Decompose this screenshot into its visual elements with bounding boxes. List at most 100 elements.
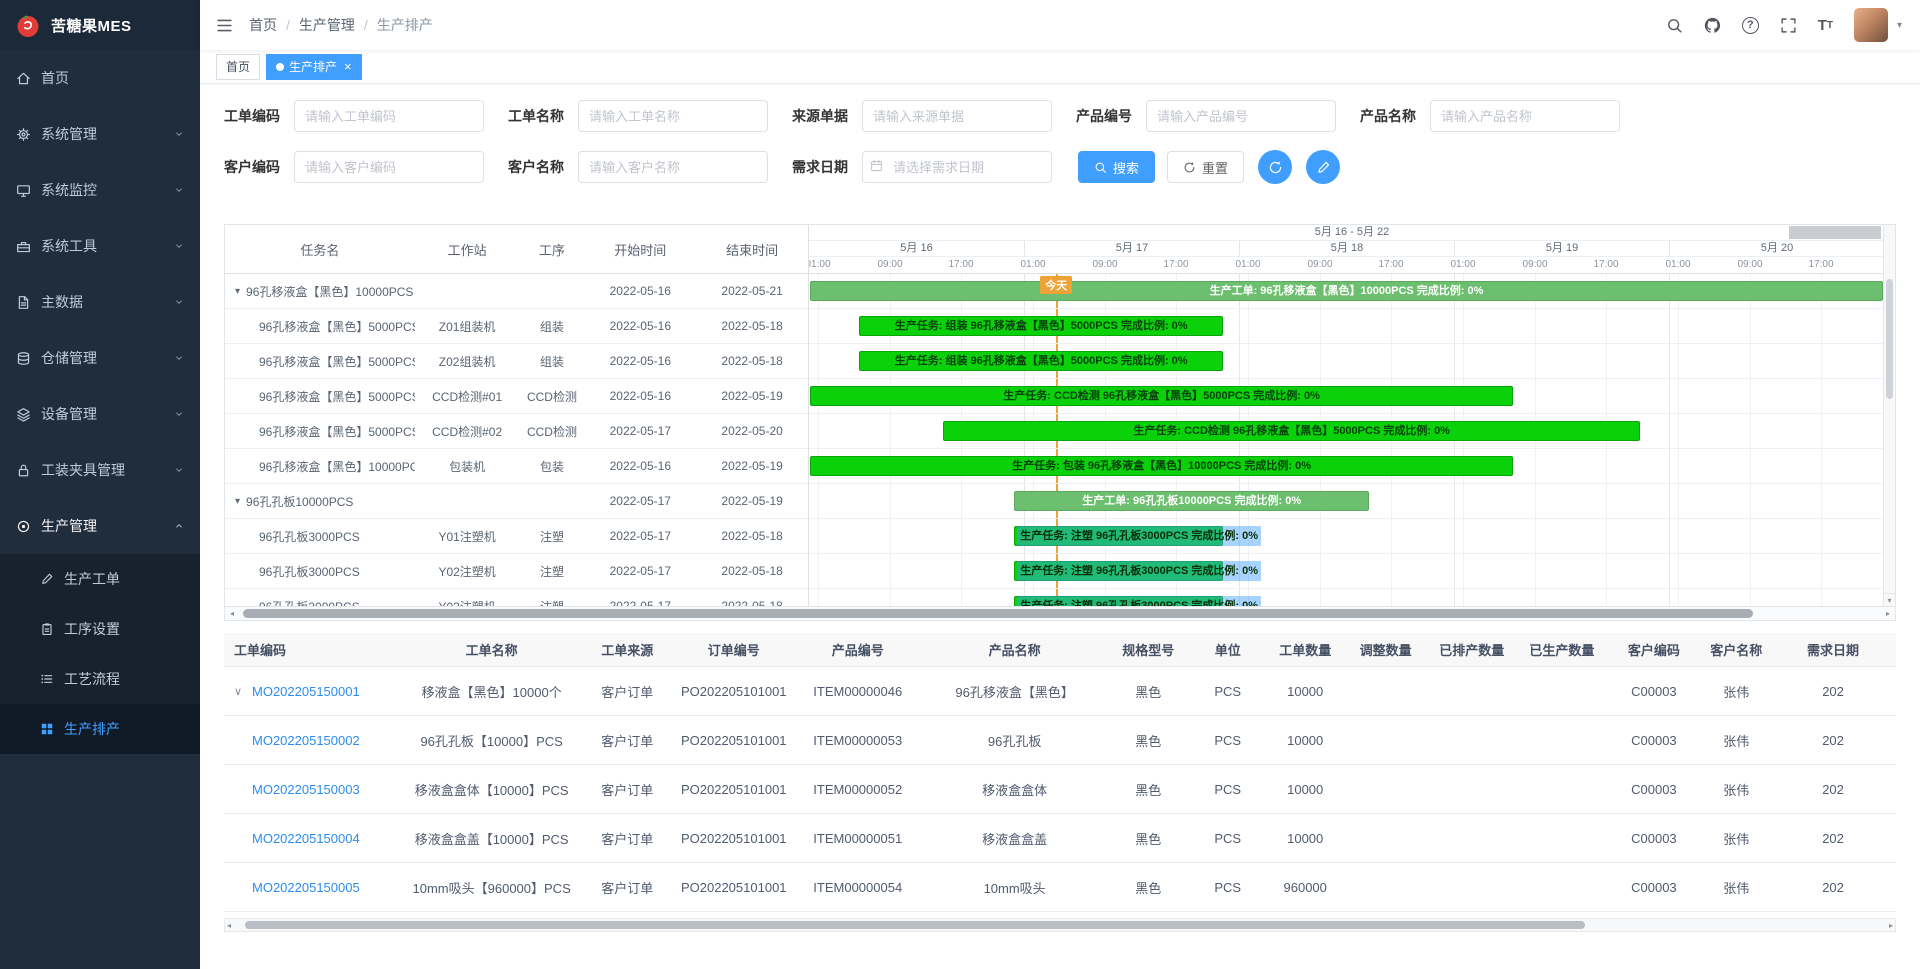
order-cell: ITEM00000053	[792, 733, 924, 748]
order-row[interactable]: MO20220515000510mm吸头【960000】PCS客户订单PO202…	[224, 863, 1896, 912]
breadcrumb-home[interactable]: 首页	[249, 15, 277, 35]
v-scrollbar-thumb[interactable]	[1886, 279, 1893, 399]
gantt-bar-task[interactable]: 生产任务: 组装 96孔移液盒【黑色】5000PCS 完成比例: 0%	[859, 316, 1223, 336]
customer-code-input[interactable]	[294, 151, 484, 183]
gantt-bar-task[interactable]: 生产任务: CCD检测 96孔移液盒【黑色】5000PCS 完成比例: 0%	[943, 421, 1640, 441]
schedule-icon	[40, 722, 54, 736]
sidebar-item-0[interactable]: 首页	[0, 50, 200, 106]
refresh-gantt-button[interactable]	[1258, 150, 1292, 184]
gantt-hour-label: 09:00	[1303, 259, 1337, 270]
order-cell: 黑色	[1106, 731, 1191, 750]
sidebar-item-8[interactable]: 生产管理	[0, 498, 200, 554]
sidebar-item-5[interactable]: 仓储管理	[0, 330, 200, 386]
order-cell: PO202205101001	[676, 782, 792, 797]
tab-home[interactable]: 首页	[216, 54, 260, 80]
expand-arrow-icon[interactable]: ∨	[234, 685, 252, 698]
scroll-left-arrow[interactable]: ◂	[225, 607, 239, 620]
gantt-task-row[interactable]: ▾96孔移液盒【黑色】10000PCS2022-05-162022-05-21	[225, 274, 808, 309]
sidebar-item-6[interactable]: 设备管理	[0, 386, 200, 442]
order-cell: C00003	[1605, 733, 1702, 748]
sidebar-subitem-production-schedule[interactable]: 生产排产	[0, 704, 200, 754]
order-row[interactable]: MO20220515000296孔孔板【10000】PCS客户订单PO20220…	[224, 716, 1896, 765]
order-code-link[interactable]: MO202205150001	[252, 684, 360, 699]
demand-date-input[interactable]	[862, 151, 1052, 183]
github-icon[interactable]	[1704, 17, 1721, 34]
sidebar-item-2[interactable]: 系统监控	[0, 162, 200, 218]
work-order-code-input[interactable]	[294, 100, 484, 132]
gantt-day-label: 5月 18	[1239, 241, 1454, 257]
search-icon[interactable]	[1666, 17, 1683, 34]
order-row[interactable]: MO202205150003移液盒盒体【10000】PCS客户订单PO20220…	[224, 765, 1896, 814]
gantt-bar-task[interactable]: 生产任务: 注塑 96孔孔板3000PCS 完成比例: 0%	[1014, 561, 1223, 581]
order-code-link[interactable]: MO202205150003	[252, 782, 360, 797]
collapse-arrow-icon[interactable]: ▾	[235, 286, 240, 297]
order-cell: 客户订单	[579, 731, 676, 750]
font-size-icon[interactable]: TT	[1818, 17, 1833, 34]
edit-button[interactable]	[1306, 150, 1340, 184]
order-row[interactable]: MO202205150004移液盒盒盖【10000】PCS客户订单PO20220…	[224, 814, 1896, 863]
gantt-task-row[interactable]: 96孔孔板3000PCSY03注塑机注塑2022-05-172022-05-18	[225, 589, 808, 606]
sidebar-subitem-craft-flow[interactable]: 工艺流程	[0, 654, 200, 704]
order-cell: 10mm吸头【960000】PCS	[404, 878, 578, 897]
gantt-bar-task[interactable]: 生产任务: 包装 96孔移液盒【黑色】10000PCS 完成比例: 0%	[810, 456, 1513, 476]
h-scrollbar-thumb[interactable]	[245, 921, 1585, 929]
orders-horizontal-scrollbar[interactable]: ◂ ▸	[224, 918, 1896, 932]
filter-label: 产品编号	[1076, 106, 1136, 126]
order-cell: 客户订单	[579, 829, 676, 848]
sidebar-item-4[interactable]: 主数据	[0, 274, 200, 330]
sidebar-subitem-work-order[interactable]: 生产工单	[0, 554, 200, 604]
gantt-bar-task[interactable]: 生产任务: CCD检测 96孔移液盒【黑色】5000PCS 完成比例: 0%	[810, 386, 1513, 406]
menu-fold-icon[interactable]	[216, 17, 233, 34]
gantt-task-row[interactable]: 96孔移液盒【黑色】10000PCS包装机包装2022-05-162022-05…	[225, 449, 808, 484]
scroll-left-arrow[interactable]: ◂	[227, 919, 231, 931]
gantt-bar-task[interactable]: 生产任务: 注塑 96孔孔板3000PCS 完成比例: 0%	[1014, 526, 1223, 546]
sidebar-item-7[interactable]: 工装夹具管理	[0, 442, 200, 498]
gantt-task-row[interactable]: 96孔孔板3000PCSY02注塑机注塑2022-05-172022-05-18	[225, 554, 808, 589]
avatar[interactable]	[1854, 8, 1888, 42]
sidebar-item-3[interactable]: 系统工具	[0, 218, 200, 274]
chevron-down-icon	[174, 297, 184, 307]
order-code-link[interactable]: MO202205150005	[252, 880, 360, 895]
product-code-input[interactable]	[1146, 100, 1336, 132]
order-row[interactable]: ∨MO202205150001移液盒【黑色】10000个客户订单PO202205…	[224, 667, 1896, 716]
gantt-task-cell: 2022-05-16	[584, 319, 696, 333]
gantt-horizontal-scrollbar[interactable]: ◂ ▸	[225, 606, 1895, 620]
gantt-task-row[interactable]: 96孔移液盒【黑色】5000PCSZ01组装机组装2022-05-162022-…	[225, 309, 808, 344]
gantt-bar-order[interactable]: 生产工单: 96孔移液盒【黑色】10000PCS 完成比例: 0%	[810, 281, 1883, 301]
active-tab-dot	[276, 63, 284, 71]
order-cell: PCS	[1191, 684, 1265, 699]
gantt-task-row[interactable]: 96孔移液盒【黑色】5000PCSZ02组装机组装2022-05-162022-…	[225, 344, 808, 379]
gantt-hour-label: 01:00	[1446, 259, 1480, 270]
tab-close-icon[interactable]: ×	[344, 60, 352, 73]
orders-column-header: 产品名称	[924, 640, 1106, 659]
collapse-arrow-icon[interactable]: ▾	[235, 496, 240, 507]
fullscreen-icon[interactable]	[1780, 17, 1797, 34]
avatar-dropdown-caret[interactable]: ▾	[1897, 20, 1902, 31]
gantt-task-row[interactable]: 96孔孔板3000PCSY01注塑机注塑2022-05-172022-05-18	[225, 519, 808, 554]
gantt-task-row[interactable]: 96孔移液盒【黑色】5000PCSCCD检测#01CCD检测2022-05-16…	[225, 379, 808, 414]
scroll-right-arrow[interactable]: ▸	[1881, 607, 1895, 620]
help-icon[interactable]: ?	[1742, 17, 1759, 34]
source-doc-input[interactable]	[862, 100, 1052, 132]
scroll-right-arrow[interactable]: ▸	[1889, 919, 1893, 931]
sidebar-item-1[interactable]: 系统管理	[0, 106, 200, 162]
product-name-input[interactable]	[1430, 100, 1620, 132]
order-code-link[interactable]: MO202205150002	[252, 733, 360, 748]
sidebar-subitem-process-settings[interactable]: 工序设置	[0, 604, 200, 654]
work-order-name-input[interactable]	[578, 100, 768, 132]
reset-button[interactable]: 重置	[1167, 151, 1244, 183]
h-scrollbar-thumb[interactable]	[243, 609, 1753, 618]
customer-name-input[interactable]	[578, 151, 768, 183]
gantt-task-row[interactable]: ▾96孔孔板10000PCS2022-05-172022-05-19	[225, 484, 808, 519]
gantt-vertical-scrollbar[interactable]: ▾	[1883, 225, 1895, 606]
gantt-task-name: 96孔移液盒【黑色】5000PCS	[225, 353, 415, 370]
scroll-down-arrow[interactable]: ▾	[1884, 593, 1895, 606]
gantt-bar-task[interactable]: 生产任务: 注塑 96孔孔板3000PCS 完成比例: 0%	[1014, 596, 1223, 606]
gantt-bar-order[interactable]: 生产工单: 96孔孔板10000PCS 完成比例: 0%	[1014, 491, 1369, 511]
gantt-task-row[interactable]: 96孔移液盒【黑色】5000PCSCCD检测#02CCD检测2022-05-17…	[225, 414, 808, 449]
order-code-link[interactable]: MO202205150004	[252, 831, 360, 846]
breadcrumb-production-mgmt[interactable]: 生产管理	[299, 15, 355, 35]
gantt-bar-task[interactable]: 生产任务: 组装 96孔移液盒【黑色】5000PCS 完成比例: 0%	[859, 351, 1223, 371]
tab-production-schedule[interactable]: 生产排产 ×	[266, 54, 362, 80]
search-button[interactable]: 搜索	[1078, 151, 1155, 183]
